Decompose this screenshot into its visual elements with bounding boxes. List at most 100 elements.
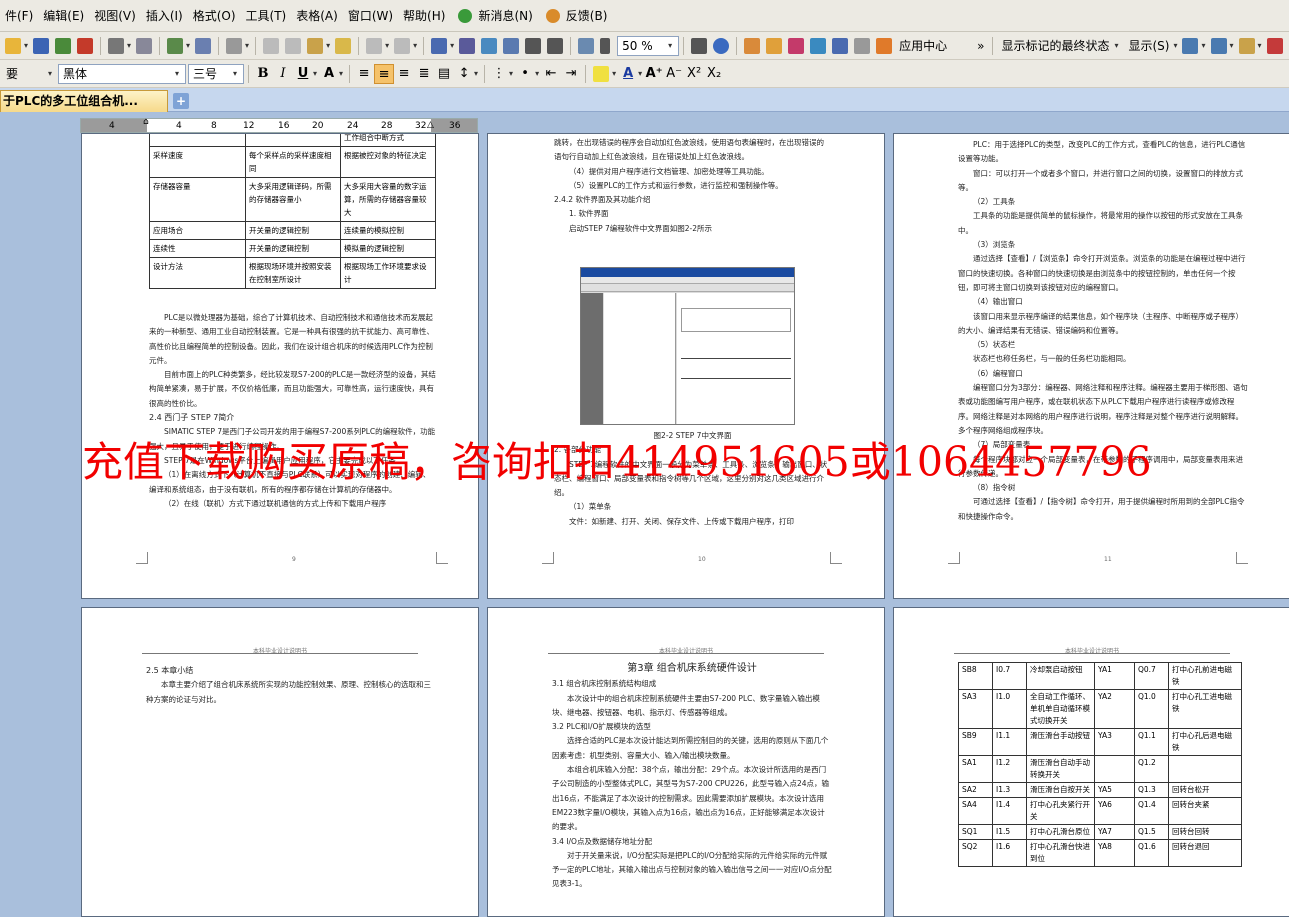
chevron-down-icon: ▾ <box>47 68 52 78</box>
format-painter-icon[interactable] <box>195 37 212 54</box>
menu-edit[interactable]: 编辑(E) <box>38 0 89 32</box>
superscript-button[interactable]: X² <box>684 64 704 84</box>
underline-button[interactable]: U <box>293 64 313 84</box>
highlight-icon[interactable] <box>593 65 610 82</box>
redo-icon[interactable] <box>394 37 411 54</box>
menu-table[interactable]: 表格(A) <box>291 0 343 32</box>
section-heading: 2.4.2 软件界面及其功能介绍 <box>554 195 651 205</box>
page-header: 本科毕业设计说明书 <box>548 646 824 655</box>
document-page-12[interactable]: 本科毕业设计说明书 2.5 本章小结 本章主要介绍了组合机床系统所实现的功能控制… <box>81 607 479 917</box>
app-center-button[interactable]: 应用中心 <box>895 37 951 54</box>
share-icon[interactable] <box>788 37 805 54</box>
section-heading: 2.4 西门子 STEP 7简介 <box>149 413 235 423</box>
increase-indent-button[interactable]: ⇥ <box>561 64 581 84</box>
paragraph: 目前市面上的PLC种类繁多，经比较发现S7-200的PLC是一款经济型的设备，其… <box>149 370 436 408</box>
text-effect-button[interactable]: A <box>319 64 339 84</box>
table-row: 采样速度 每个采样点的采样速度相同 根据被控对象的特征决定 <box>149 146 436 178</box>
align-center-button[interactable]: ≡ <box>374 63 395 84</box>
save-icon[interactable] <box>33 37 50 54</box>
line-spacing-button[interactable]: ↕ <box>454 64 474 84</box>
decrease-indent-button[interactable]: ⇤ <box>541 64 561 84</box>
message-icon <box>458 8 473 23</box>
paragraph: 本组合机床输入分配：38个点，输出分配：29个点。本次设计所选用的是西门子公司制… <box>552 765 829 832</box>
subscript-button[interactable]: X₂ <box>704 64 724 84</box>
undo-icon[interactable] <box>366 37 383 54</box>
traditional-chinese-icon[interactable] <box>226 37 243 54</box>
pdf-icon[interactable] <box>77 37 94 54</box>
menu-insert[interactable]: 插入(I) <box>141 0 188 32</box>
menu-view[interactable]: 视图(V) <box>89 0 141 32</box>
paragraph: 跳转，在出现错误的程序会自动加红色波浪线，使用语句表编程时，在出现错误的语句行自… <box>554 138 824 162</box>
accept-icon[interactable] <box>1238 37 1255 54</box>
justify-button[interactable]: ≣ <box>414 64 434 84</box>
document-page-9[interactable]: 工作组合中断方式 采样速度 每个采样点的采样速度相同 根据被控对象的特征决定 存储器… <box>81 133 479 599</box>
size-combo[interactable]: 三号 ▾ <box>188 63 244 84</box>
app-center-icon[interactable] <box>876 37 893 54</box>
font-color-button[interactable]: A <box>618 64 638 84</box>
chart-insert-icon[interactable] <box>481 37 498 54</box>
prev-change-icon[interactable] <box>1182 37 1199 54</box>
overflow-chevron-icon[interactable]: » <box>973 39 988 53</box>
paragraph: 工具条的功能是提供简单的鼠标操作，将最常用的操作以按钮的形式安放在工具条中。 <box>958 211 1243 235</box>
doc-map-icon[interactable] <box>578 37 595 54</box>
online-icon[interactable] <box>766 37 783 54</box>
grid-icon[interactable] <box>503 37 520 54</box>
show-menu-button[interactable]: 显示(S) <box>1124 37 1173 54</box>
reject-icon[interactable] <box>1266 37 1283 54</box>
copy-icon[interactable] <box>285 37 302 54</box>
bold-button[interactable]: B <box>253 64 273 84</box>
style-combo[interactable]: 要 ▾ <box>2 63 58 84</box>
zoom-value: 50 % <box>622 38 653 53</box>
zoom-combo[interactable]: 50 % ▾ <box>617 35 680 56</box>
markup-combo[interactable]: 显示标记的最终状态 ▾ <box>997 35 1125 56</box>
paragraph: PLC：用于选择PLC的类型，改变PLC的工作方式，查看PLC的信息，进行PLC… <box>958 140 1246 164</box>
shrink-font-button[interactable]: A⁻ <box>664 64 684 84</box>
distribute-button[interactable]: ▤ <box>434 64 454 84</box>
bars-icon[interactable] <box>547 37 564 54</box>
menu-tools[interactable]: 工具(T) <box>241 0 292 32</box>
question-icon[interactable] <box>810 37 827 54</box>
menu-format[interactable]: 格式(O) <box>188 0 241 32</box>
screen-icon[interactable] <box>832 37 849 54</box>
menu-help[interactable]: 帮助(H) <box>398 0 450 32</box>
menu-file[interactable]: 件(F) <box>0 0 38 32</box>
font-combo[interactable]: 黑体 ▾ <box>58 63 186 84</box>
print-icon[interactable] <box>108 37 125 54</box>
find-icon[interactable] <box>691 37 708 54</box>
indent-marker[interactable]: ⌂ <box>143 117 149 127</box>
formula-icon[interactable] <box>459 37 476 54</box>
document-page-14[interactable]: 本科毕业设计说明书 SB8 I0.7 冷却泵启动按钮 YA1 Q0.7 打中心孔前进电磁铁… <box>893 607 1289 917</box>
document-tab[interactable]: 于PLC的多工位组合机... <box>0 90 168 112</box>
print-preview-icon[interactable] <box>136 37 153 54</box>
paste-icon[interactable] <box>307 37 324 54</box>
page-body: 跳转，在出现错误的程序会自动加红色波浪线，使用语句表编程时，在出现错误的语句行自… <box>554 136 831 236</box>
insert-icon[interactable] <box>167 37 184 54</box>
document-page-13[interactable]: 本科毕业设计说明书 第3章 组合机床系统硬件设计 3.1 组合机床控制系统结构组… <box>487 607 885 917</box>
new-tab-button[interactable]: + <box>173 93 189 109</box>
table-insert-icon[interactable] <box>431 37 448 54</box>
template-icon[interactable] <box>744 37 761 54</box>
columns-icon[interactable] <box>525 37 542 54</box>
italic-button[interactable]: I <box>273 64 293 84</box>
bullet-list-button[interactable]: • <box>515 64 535 84</box>
open-icon[interactable] <box>5 37 21 54</box>
horizontal-ruler[interactable]: 4 4 8 12 16 20 24 28 32 36 ⌂ △ <box>80 117 478 133</box>
menu-feedback[interactable]: 反馈(B) <box>538 0 613 32</box>
save-as-icon[interactable] <box>55 37 72 54</box>
paragraph-mark-icon[interactable] <box>600 37 611 54</box>
numbered-list-button[interactable]: ⋮ <box>489 64 509 84</box>
right-indent-marker[interactable]: △ <box>427 120 434 130</box>
align-left-button[interactable]: ≡ <box>354 64 374 84</box>
paragraph: 启动STEP 7编程软件中文界面如图2-2所示 <box>569 223 713 233</box>
document-page-10[interactable]: 跳转，在出现错误的程序会自动加红色波浪线，使用语句表编程时，在出现错误的语句行自… <box>487 133 885 599</box>
align-right-button[interactable]: ≡ <box>394 64 414 84</box>
brush-icon[interactable] <box>335 37 352 54</box>
grow-font-button[interactable]: A⁺ <box>644 64 664 84</box>
next-change-icon[interactable] <box>1210 37 1227 54</box>
menu-window[interactable]: 窗口(W) <box>343 0 398 32</box>
shirt-icon[interactable] <box>854 37 871 54</box>
help-icon[interactable] <box>713 37 730 54</box>
document-page-11[interactable]: PLC：用于选择PLC的类型，改变PLC的工作方式，查看PLC的信息，进行PLC… <box>893 133 1289 599</box>
menu-new-message[interactable]: 新消息(N) <box>450 0 537 32</box>
cut-icon[interactable] <box>263 37 280 54</box>
